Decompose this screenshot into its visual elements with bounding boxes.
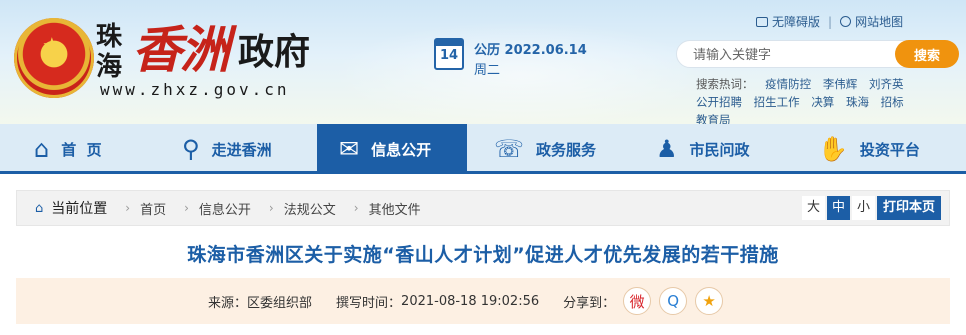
article-title: 珠海市香洲区关于实施“香山人才计划”促进人才优先发展的若干措施 — [187, 244, 779, 266]
mail-icon: ✉ — [339, 135, 360, 163]
article-meta-bar: 来源： 区委组织部 撰写时间： 2021-08-18 19:02:56 分享到：… — [16, 278, 950, 324]
source-label: 来源： — [208, 295, 248, 311]
nav-item-label: 信息公开 — [371, 140, 432, 159]
font-medium-button[interactable]: 中 — [826, 196, 850, 220]
current-location-label: 当前位置 — [51, 201, 108, 217]
logo-district-text: 香洲 — [132, 20, 230, 79]
hot-keywords-label: 搜索热词： — [696, 77, 754, 91]
header-background-glow — [330, 20, 710, 124]
logo-url: www.zhxz.gov.cn — [100, 80, 290, 99]
print-button[interactable]: 打印本页 — [876, 196, 941, 220]
top-links: 无障碍版 | 网站地图 — [756, 13, 903, 30]
nav-item-label: 投资平台 — [859, 140, 920, 159]
hot-keyword[interactable]: 疫情防控 — [765, 77, 811, 91]
breadcrumb-arrow-icon: › — [353, 201, 359, 215]
font-size-controls: 大 中 小 打印本页 — [800, 196, 941, 220]
hot-keyword[interactable]: 珠海 — [846, 95, 869, 109]
weekday-text: 周二 — [474, 63, 501, 78]
breadcrumb-arrow-icon: › — [184, 201, 189, 215]
nav-item-label: 政务服务 — [536, 140, 597, 159]
breadcrumb-link[interactable]: 信息公开 — [199, 199, 251, 218]
source-value: 区委组织部 — [247, 295, 313, 311]
nav-item-label: 走进香洲 — [211, 140, 272, 159]
toplinks-separator: | — [828, 14, 833, 29]
breadcrumb: ⌂ 当前位置 › 首页 › 信息公开 › 法规公文 › 其他文件 — [17, 191, 439, 225]
article-meta: 来源： 区委组织部 撰写时间： 2021-08-18 19:02:56 分享到：… — [208, 278, 724, 324]
breadcrumb-link[interactable]: 其他文件 — [369, 199, 421, 218]
national-emblem-icon: ★ — [14, 18, 94, 98]
home-icon: ⌂ — [35, 200, 44, 216]
calendar-day: 14 — [439, 48, 459, 63]
hot-keyword[interactable]: 教育局 — [696, 113, 731, 124]
breadcrumb-arrow-icon: › — [268, 201, 274, 215]
service-icon: ☏ — [494, 135, 525, 163]
logo-city-text: 珠海 — [96, 22, 123, 82]
time-label: 撰写时间： — [336, 295, 402, 311]
citizen-icon: ♟ — [656, 135, 678, 163]
home-icon: ⌂ — [34, 135, 50, 163]
share-label: 分享到： — [563, 295, 616, 311]
monitor-icon — [756, 16, 768, 27]
breadcrumb-arrow-icon: › — [125, 201, 131, 215]
nav-item-info-disclosure[interactable]: ✉ 信息公开 — [317, 124, 467, 174]
weibo-icon[interactable]: 微 — [623, 287, 652, 315]
accessible-link[interactable]: 无障碍版 — [772, 13, 820, 30]
nav-item-citizen[interactable]: ♟ 市民问政 — [656, 124, 786, 174]
nav-item-label: 首 页 — [61, 140, 102, 159]
nav-item-investment[interactable]: ✋ 投资平台 — [818, 124, 958, 174]
qq-icon[interactable]: Q — [659, 287, 688, 315]
hot-keyword[interactable]: 刘齐英 — [869, 77, 904, 91]
site-header: ★ 珠海 香洲 政府 www.zhxz.gov.cn 14 公历 2022.06… — [0, 0, 966, 124]
time-value: 2021-08-18 19:02:56 — [401, 293, 540, 309]
nav-item-label: 市民问政 — [689, 140, 750, 159]
hot-keyword[interactable]: 招标 — [881, 95, 904, 109]
font-small-button[interactable]: 小 — [851, 196, 875, 220]
hot-keyword[interactable]: 公开招聘 — [696, 95, 742, 109]
nav-item-services[interactable]: ☏ 政务服务 — [494, 124, 624, 174]
location-pin-icon: ⚲ — [182, 135, 200, 163]
handshake-icon: ✋ — [818, 135, 848, 163]
search-box: 搜索 — [676, 40, 959, 68]
main-nav: ⌂ 首 页 ⚲ 走进香洲 ✉ 信息公开 ☏ 政务服务 ♟ 市民问政 ✋ 投资平台 — [0, 124, 966, 174]
nav-item-about[interactable]: ⚲ 走进香洲 — [182, 124, 312, 174]
hot-keyword[interactable]: 招生工作 — [754, 95, 800, 109]
breadcrumb-link[interactable]: 法规公文 — [284, 199, 336, 218]
calendar-icon: 14 — [434, 38, 464, 70]
date-text: 公历 2022.06.14 — [474, 43, 587, 58]
breadcrumb-bar: ⌂ 当前位置 › 首页 › 信息公开 › 法规公文 › 其他文件 大 中 小 打… — [16, 190, 950, 226]
sitemap-link[interactable]: 网站地图 — [855, 13, 903, 30]
nav-item-home[interactable]: ⌂ 首 页 — [34, 124, 144, 174]
hot-keyword[interactable]: 决算 — [811, 95, 834, 109]
font-large-button[interactable]: 大 — [801, 196, 825, 220]
search-input[interactable] — [693, 45, 873, 65]
favorite-star-icon[interactable]: ★ — [695, 287, 724, 315]
logo-gov-text: 政府 — [238, 31, 311, 73]
globe-icon — [840, 16, 852, 27]
hot-keywords: 搜索热词： 疫情防控 李伟辉 刘齐英 公开招聘 招生工作 决算 珠海 招标 教育… — [696, 75, 954, 124]
page: ★ 珠海 香洲 政府 www.zhxz.gov.cn 14 公历 2022.06… — [0, 0, 966, 335]
search-button[interactable]: 搜索 — [895, 40, 959, 68]
breadcrumb-link[interactable]: 首页 — [140, 199, 166, 218]
hot-keyword[interactable]: 李伟辉 — [823, 77, 858, 91]
